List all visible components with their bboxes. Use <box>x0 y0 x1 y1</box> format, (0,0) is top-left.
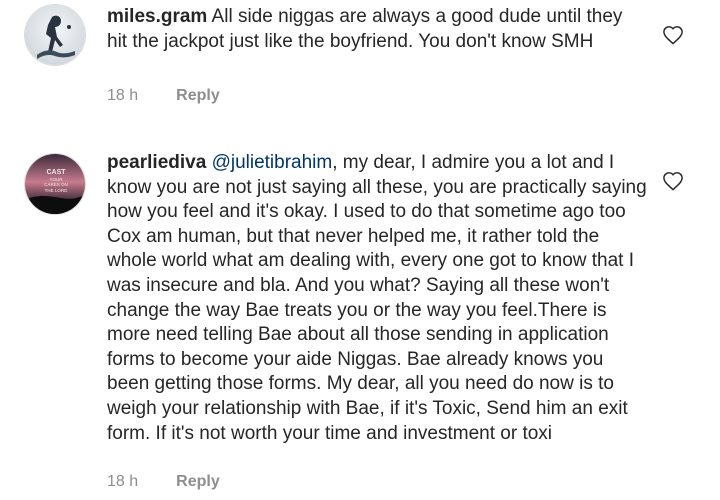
comment-body: pearliediva @julietibrahim, my dear, I a… <box>107 151 647 446</box>
svg-text:CARES ON: CARES ON <box>44 182 68 187</box>
comment-text: , my dear, I admire you a lot and I know… <box>107 152 647 444</box>
profile-avatar-icon: CAST YOUR CARES ON THE LORD <box>25 154 85 214</box>
comment-timestamp: 18 h <box>107 473 139 490</box>
reply-button[interactable]: Reply <box>176 473 220 491</box>
avatar[interactable]: CAST YOUR CARES ON THE LORD <box>24 153 86 215</box>
comment-mention[interactable]: @julietibrahim <box>212 152 333 173</box>
comment-meta: 18 h Reply <box>107 473 220 491</box>
svg-text:THE LORD: THE LORD <box>45 188 69 193</box>
comment-item: CAST YOUR CARES ON THE LORD pearliediva … <box>0 0 720 500</box>
svg-text:CAST: CAST <box>46 169 66 176</box>
like-heart-icon[interactable] <box>662 171 684 191</box>
comment-username[interactable]: pearliediva <box>107 152 206 173</box>
